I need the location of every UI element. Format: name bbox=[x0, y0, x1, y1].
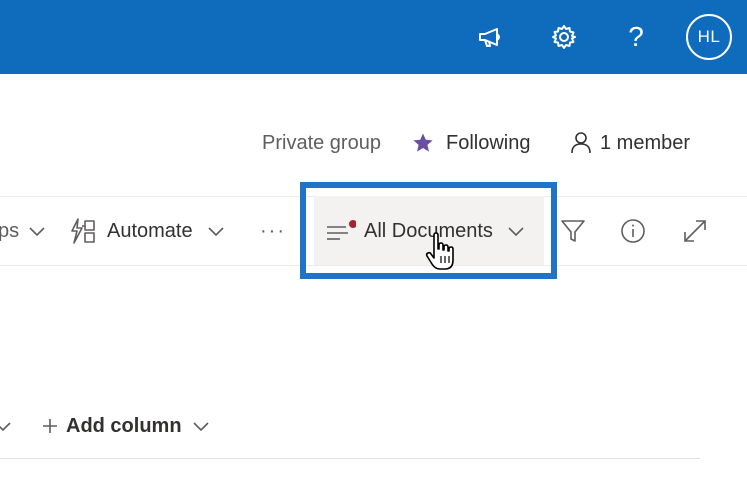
column-header-divider bbox=[0, 458, 700, 459]
help-icon[interactable]: ? bbox=[615, 16, 657, 58]
apps-menu-button[interactable]: ps bbox=[0, 212, 46, 250]
members-button[interactable]: 1 member bbox=[570, 126, 690, 160]
app-header: ? HL bbox=[0, 0, 747, 74]
plus-icon bbox=[42, 418, 58, 434]
group-info-bar: Private group Following 1 member bbox=[0, 126, 747, 160]
automate-label: Automate bbox=[107, 219, 193, 242]
gear-icon[interactable] bbox=[543, 16, 585, 58]
members-label: 1 member bbox=[600, 131, 691, 154]
more-actions-button[interactable]: ··· bbox=[260, 212, 286, 250]
automate-menu-button[interactable]: Automate bbox=[69, 212, 225, 250]
chevron-down-icon bbox=[192, 420, 210, 432]
chevron-down-icon bbox=[28, 225, 46, 237]
star-icon bbox=[412, 132, 434, 154]
apps-menu-label: ps bbox=[0, 219, 20, 242]
megaphone-icon[interactable] bbox=[470, 16, 512, 58]
add-column-button[interactable]: Add column bbox=[42, 408, 210, 444]
add-column-label: Add column bbox=[66, 414, 182, 437]
chevron-down-icon bbox=[0, 420, 12, 432]
hand-cursor-icon bbox=[425, 232, 457, 272]
info-icon[interactable] bbox=[620, 212, 646, 250]
expand-icon[interactable] bbox=[682, 212, 708, 250]
following-button[interactable]: Following bbox=[412, 126, 530, 160]
group-privacy-label: Private group bbox=[262, 131, 381, 154]
following-label: Following bbox=[446, 131, 531, 154]
person-icon bbox=[570, 131, 592, 155]
column-chevron-partial[interactable] bbox=[0, 408, 12, 444]
chevron-down-icon bbox=[207, 225, 225, 237]
avatar[interactable]: HL bbox=[686, 14, 732, 60]
filter-icon[interactable] bbox=[560, 212, 586, 250]
automate-icon bbox=[69, 218, 97, 244]
